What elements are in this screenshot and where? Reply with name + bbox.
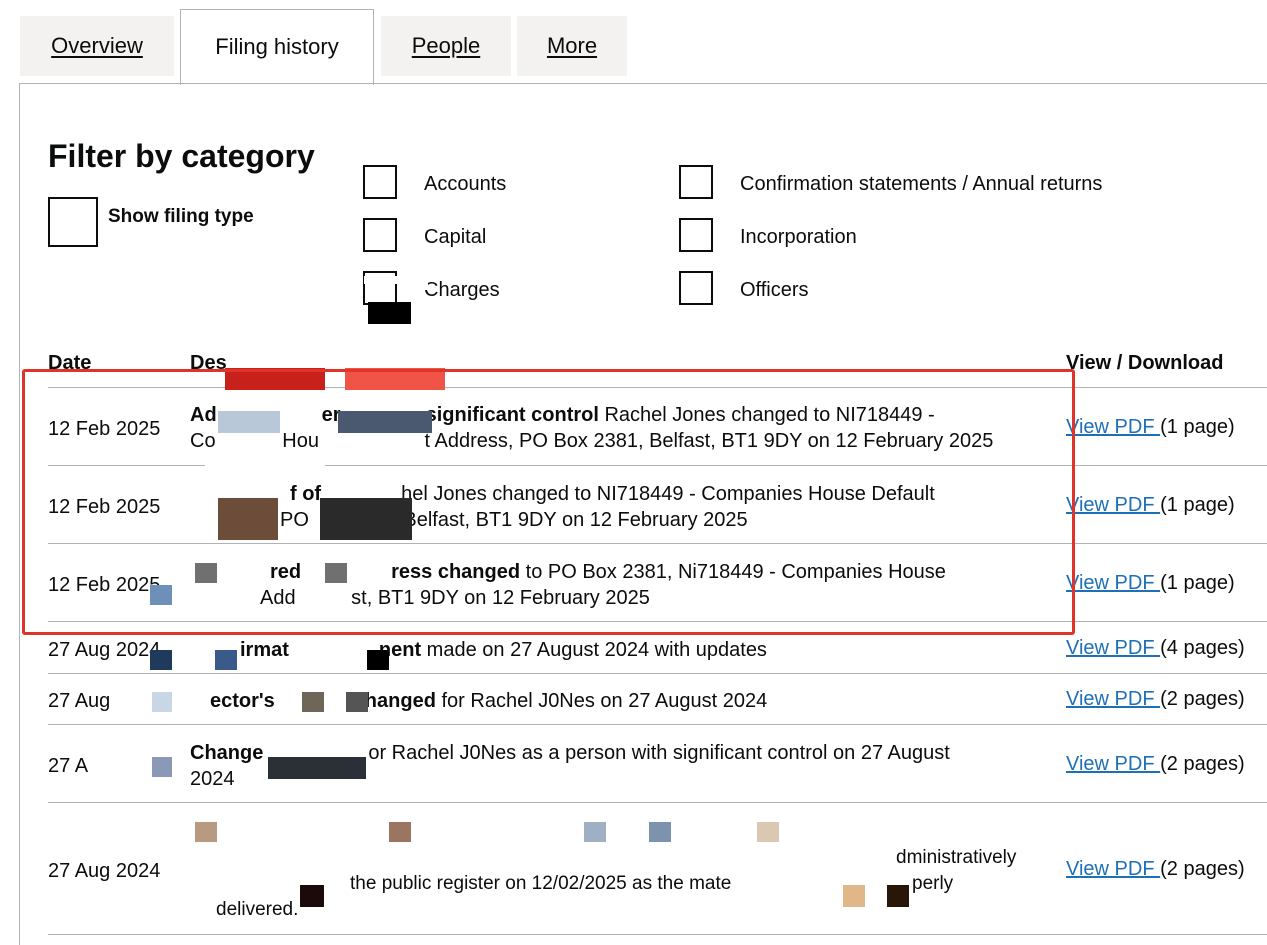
desc-bold: ector's bbox=[210, 690, 275, 712]
view-pdf-link[interactable]: View PDF bbox=[1066, 688, 1160, 710]
desc-text: for Rachel J0Nes on 27 August 2024 bbox=[435, 690, 768, 712]
tab-more[interactable]: More bbox=[517, 16, 627, 76]
redaction-patch bbox=[843, 885, 865, 907]
row-pdf-link: View PDF (1 page) bbox=[1066, 572, 1235, 595]
show-filing-type-checkbox[interactable] bbox=[48, 197, 98, 247]
redaction-patch bbox=[268, 757, 366, 779]
redaction-patch bbox=[150, 650, 172, 670]
row-date: 27 Aug bbox=[48, 690, 111, 712]
filter-title: Filter by category bbox=[48, 138, 315, 174]
row-divider bbox=[48, 802, 1267, 803]
row-divider bbox=[48, 724, 1267, 725]
redaction-patch bbox=[215, 650, 237, 670]
incorporation-label: Incorporation bbox=[740, 226, 857, 248]
page-count: (1 page) bbox=[1160, 494, 1235, 516]
desc-fragment: dministratively bbox=[896, 847, 1017, 868]
row-divider bbox=[48, 673, 1267, 674]
desc-text: made on 27 August 2024 with updates bbox=[421, 639, 767, 661]
redaction-patch bbox=[649, 822, 671, 842]
accounts-label: Accounts bbox=[424, 173, 507, 195]
page-count: (2 pages) bbox=[1160, 688, 1245, 710]
redaction-patch bbox=[584, 822, 606, 842]
row-pdf-link: View PDF (1 page) bbox=[1066, 416, 1235, 439]
row-pdf-link: View PDF (2 pages) bbox=[1066, 753, 1245, 776]
redaction-patch bbox=[418, 278, 428, 290]
view-pdf-link[interactable]: View PDF bbox=[1066, 572, 1160, 594]
show-filing-type-label: Show filing type bbox=[108, 206, 254, 227]
redaction-patch bbox=[195, 822, 217, 842]
tab-filing-history-label: Filing history bbox=[215, 34, 339, 59]
row-date: 27 Aug 2024 bbox=[48, 639, 161, 661]
desc-text: or Rachel J0Nes as a person with signifi… bbox=[368, 742, 950, 764]
officers-label: Officers bbox=[740, 279, 809, 301]
view-pdf-link[interactable]: View PDF bbox=[1066, 637, 1160, 659]
row-date: 27 Aug 2024 bbox=[48, 860, 161, 882]
redaction-patch bbox=[302, 692, 324, 712]
confirmation-statements-checkbox[interactable] bbox=[679, 165, 713, 199]
view-pdf-link[interactable]: View PDF bbox=[1066, 416, 1160, 438]
confirmation-statements-label: Confirmation statements / Annual returns bbox=[740, 173, 1103, 195]
redaction-patch bbox=[364, 276, 406, 284]
tab-bar: Overview Filing history People More bbox=[0, 0, 1267, 85]
row-description: irmat nent made on 27 August 2024 with up… bbox=[190, 637, 1050, 663]
column-header-view-download: View / Download bbox=[1066, 352, 1224, 374]
redaction-patch bbox=[368, 302, 411, 324]
desc-fragment: delivered. bbox=[216, 899, 299, 920]
page-count: (1 page) bbox=[1160, 416, 1235, 438]
redaction-patch bbox=[346, 692, 368, 712]
row-pdf-link: View PDF (4 pages) bbox=[1066, 637, 1245, 660]
highlight-box bbox=[22, 369, 1075, 635]
page-count: (1 page) bbox=[1160, 572, 1235, 594]
desc-bold: hanged bbox=[364, 690, 436, 712]
row-pdf-link: View PDF (2 pages) bbox=[1066, 688, 1245, 711]
redaction-patch bbox=[152, 757, 172, 777]
redaction-patch bbox=[300, 885, 324, 907]
tab-people[interactable]: People bbox=[381, 16, 511, 76]
row-date: 27 A bbox=[48, 755, 89, 777]
capital-label: Capital bbox=[424, 226, 487, 248]
charges-label: Charges bbox=[424, 279, 500, 301]
page-count: (2 pages) bbox=[1160, 753, 1245, 775]
desc-bold: Change bbox=[190, 742, 264, 764]
accounts-checkbox[interactable] bbox=[363, 165, 397, 199]
tab-people-link[interactable]: People bbox=[412, 33, 481, 58]
officers-checkbox[interactable] bbox=[679, 271, 713, 305]
redaction-patch bbox=[367, 650, 389, 670]
tab-filing-history[interactable]: Filing history bbox=[180, 9, 374, 85]
tab-more-link[interactable]: More bbox=[547, 33, 597, 58]
redaction-patch bbox=[757, 822, 779, 842]
row-divider bbox=[48, 934, 1267, 935]
incorporation-checkbox[interactable] bbox=[679, 218, 713, 252]
redaction-patch bbox=[887, 885, 909, 907]
desc-fragment: the public register on 12/02/2025 as the… bbox=[350, 873, 732, 894]
view-pdf-link[interactable]: View PDF bbox=[1066, 753, 1160, 775]
tab-overview[interactable]: Overview bbox=[20, 16, 174, 76]
page-count: (4 pages) bbox=[1160, 637, 1245, 659]
view-pdf-link[interactable]: View PDF bbox=[1066, 858, 1160, 880]
tab-overview-link[interactable]: Overview bbox=[51, 33, 143, 58]
capital-checkbox[interactable] bbox=[363, 218, 397, 252]
redaction-patch bbox=[152, 692, 172, 712]
page-count: (2 pages) bbox=[1160, 858, 1245, 880]
row-pdf-link: View PDF (1 page) bbox=[1066, 494, 1235, 517]
redaction-patch bbox=[389, 822, 411, 842]
view-pdf-link[interactable]: View PDF bbox=[1066, 494, 1160, 516]
desc-bold: irmat bbox=[240, 639, 289, 661]
row-pdf-link: View PDF (2 pages) bbox=[1066, 858, 1245, 881]
desc-fragment: perly bbox=[912, 873, 954, 894]
